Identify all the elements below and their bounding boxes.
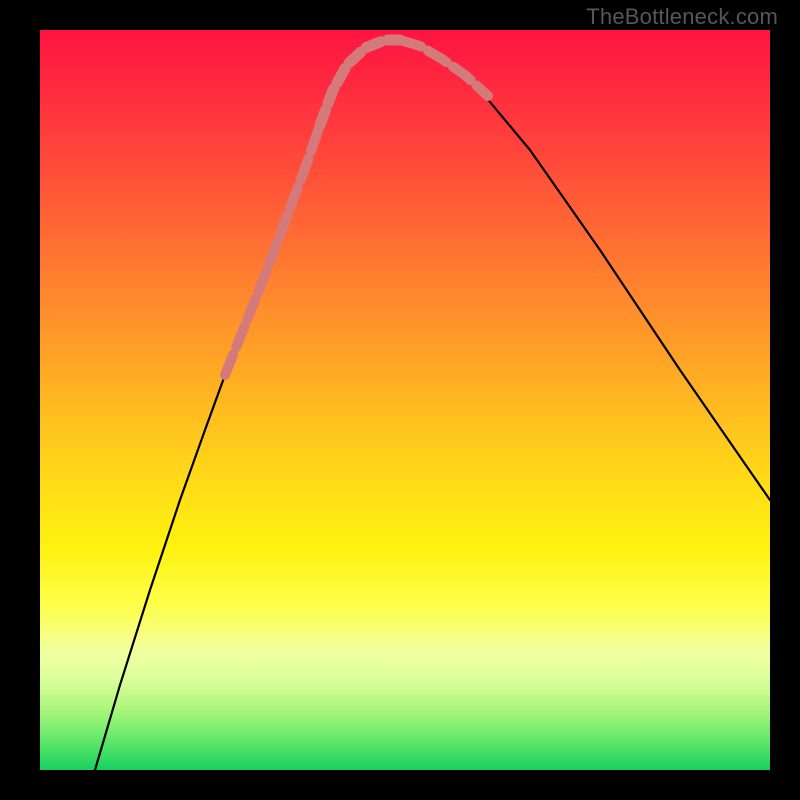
series-marker-band-right xyxy=(400,40,488,96)
chart-svg xyxy=(40,30,770,770)
series-bottleneck-curve xyxy=(95,40,770,770)
chart-frame: TheBottleneck.com xyxy=(0,0,800,800)
watermark-text: TheBottleneck.com xyxy=(586,4,778,30)
chart-plot-area xyxy=(40,30,770,770)
series-marker-band-bottom xyxy=(320,40,400,125)
series-marker-band-left xyxy=(225,125,320,375)
